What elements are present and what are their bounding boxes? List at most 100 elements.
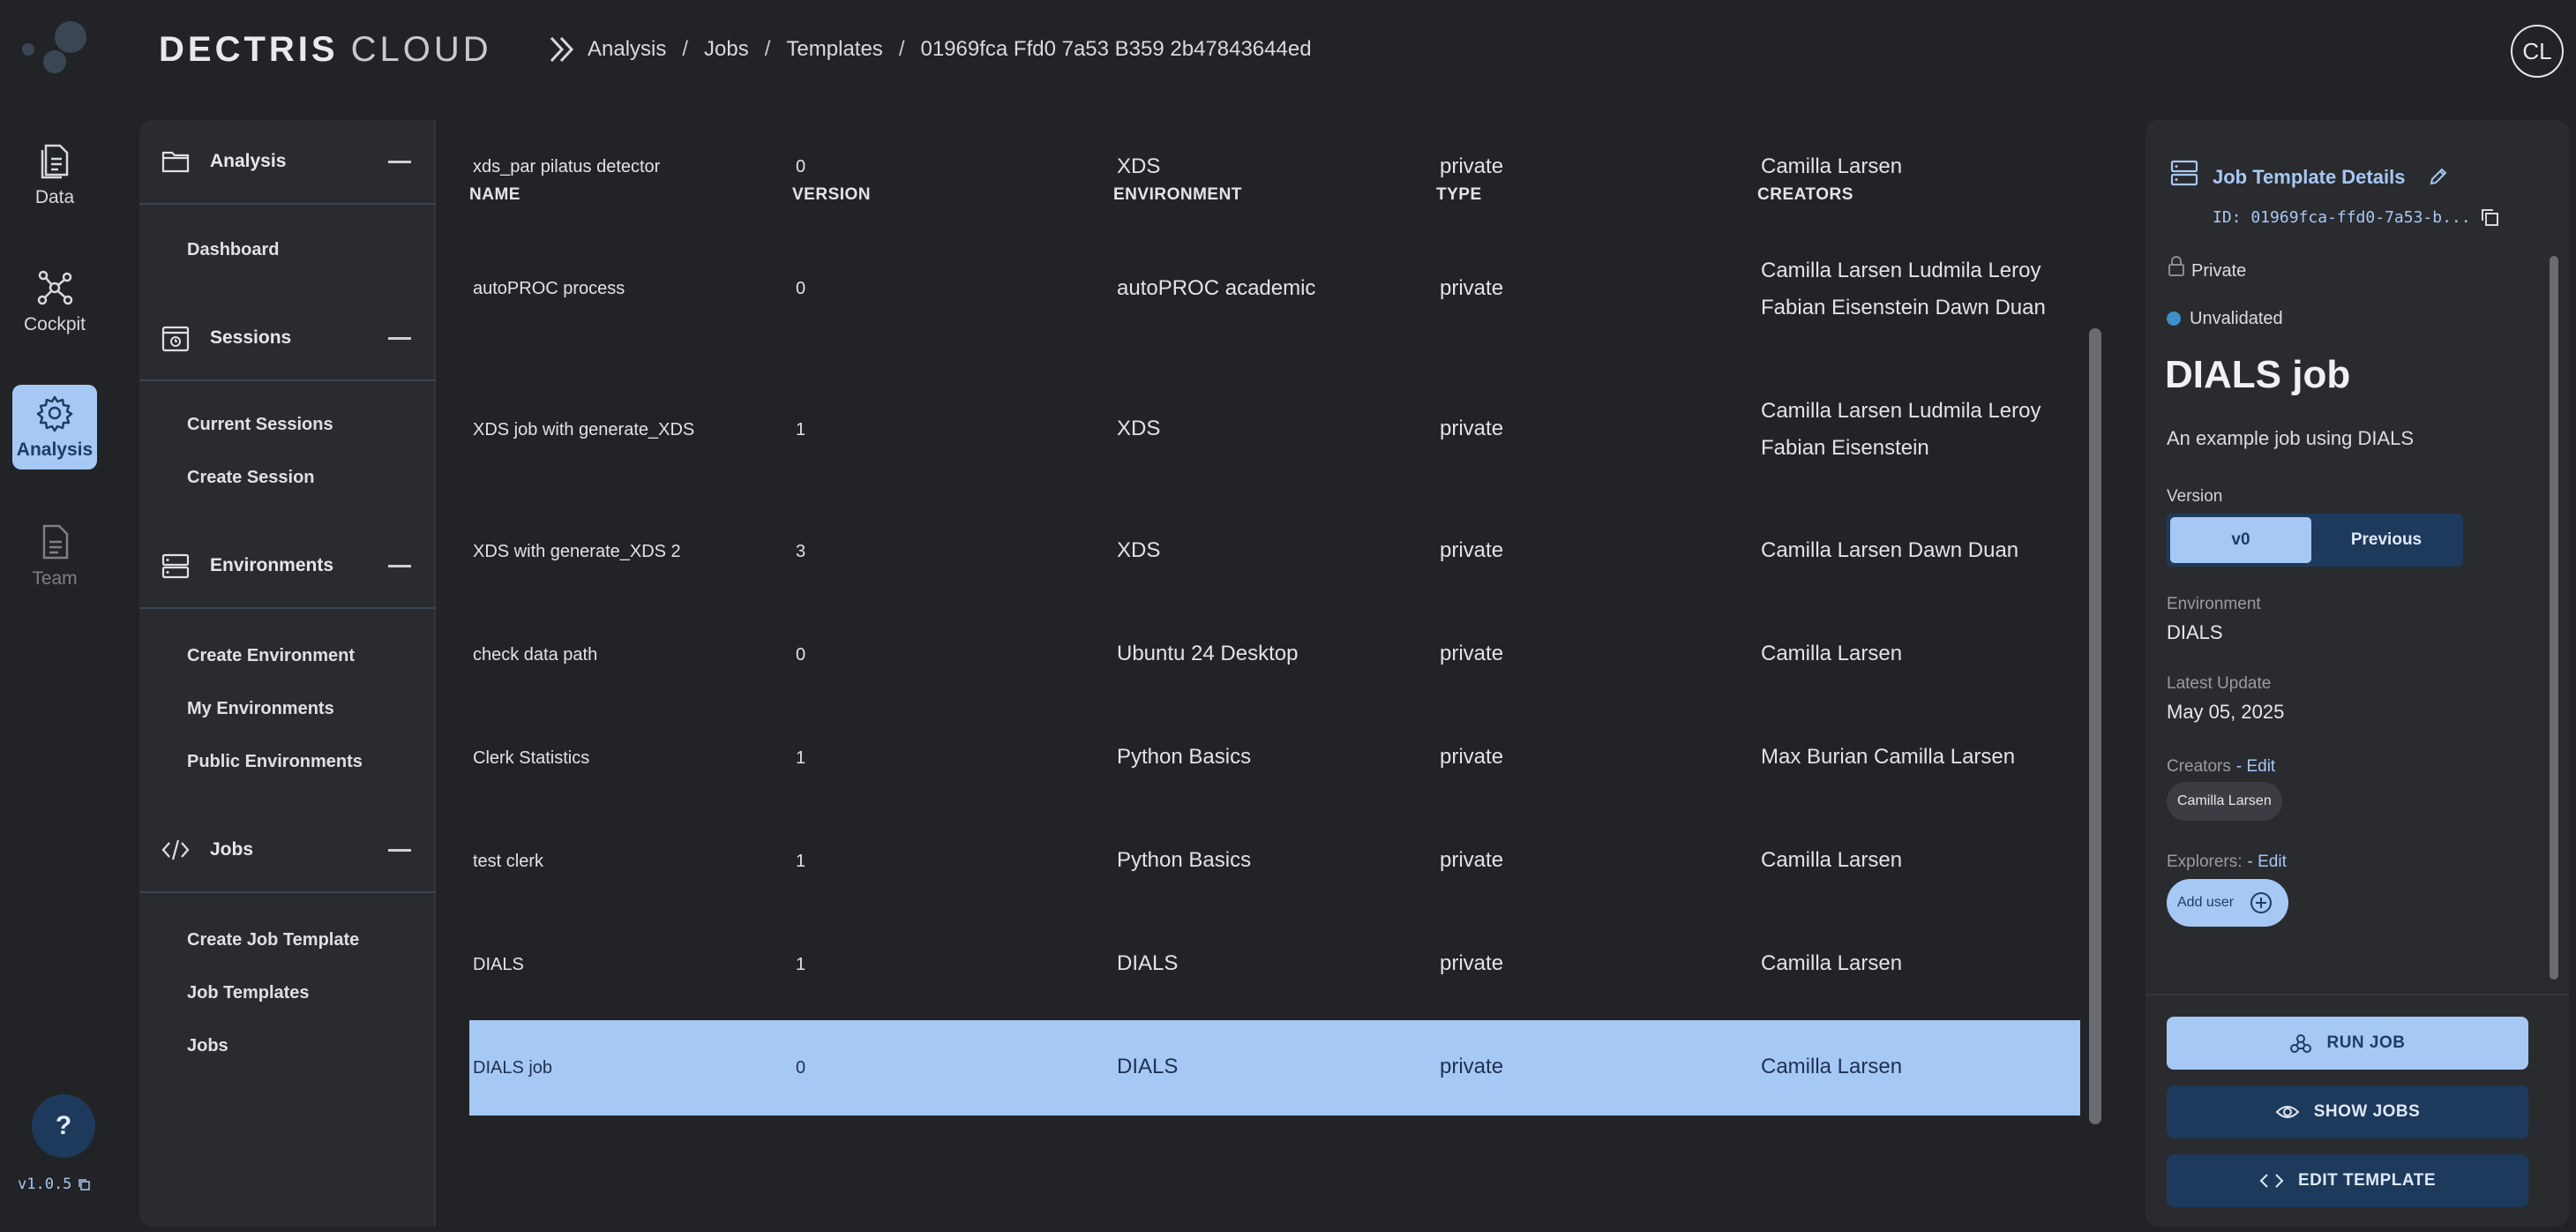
status-dot xyxy=(2167,312,2181,326)
nav-section-sessions[interactable]: Sessions xyxy=(139,297,436,381)
cell-version: 1 xyxy=(796,748,806,768)
rail-item-label: Team xyxy=(32,568,78,589)
code-icon xyxy=(161,839,190,860)
document-icon xyxy=(42,524,69,560)
collapse-icon[interactable] xyxy=(388,848,411,852)
copy-icon[interactable] xyxy=(2479,207,2500,228)
cell-version: 1 xyxy=(796,852,806,871)
nav-section-title: Jobs xyxy=(210,839,254,860)
environment-field-label: Environment xyxy=(2167,595,2261,613)
creators-edit-link[interactable]: - Edit xyxy=(2236,757,2275,777)
rail-item-team[interactable]: Team xyxy=(12,514,97,598)
plus-circle-icon xyxy=(2250,892,2273,913)
cell-name: check data path xyxy=(473,645,598,665)
latest-update-value: May 05, 2025 xyxy=(2167,701,2285,723)
breadcrumb-analysis[interactable]: Analysis xyxy=(588,37,666,62)
column-header-name[interactable]: NAME xyxy=(469,185,520,205)
template-description: An example job using DIALS xyxy=(2167,427,2415,449)
server-icon xyxy=(2170,160,2198,186)
nav-link-my-environments[interactable]: My Environments xyxy=(187,699,334,719)
nav-section-jobs[interactable]: Jobs xyxy=(139,808,436,893)
creators-row: Creators - Edit xyxy=(2167,757,2275,777)
copy-icon[interactable] xyxy=(77,1177,91,1191)
run-job-button[interactable]: RUN JOB xyxy=(2167,1017,2528,1070)
help-button[interactable]: ? xyxy=(32,1094,95,1158)
column-header-environment[interactable]: ENVIRONMENT xyxy=(1113,185,1242,205)
rail-item-label: Cockpit xyxy=(23,314,86,334)
cell-version: 0 xyxy=(796,157,806,177)
column-header-version[interactable]: VERSION xyxy=(792,185,871,205)
calendar-icon xyxy=(161,326,190,352)
version-label: v1.0.5 xyxy=(18,1176,72,1193)
explorers-row: Explorers: - Edit xyxy=(2167,853,2287,872)
creators-label: Creators xyxy=(2167,757,2231,776)
nav-link-jobs[interactable]: Jobs xyxy=(187,1036,228,1056)
cell-creators: Camilla Larsen xyxy=(1761,1055,1903,1078)
cell-creators: Camilla Larsen Ludmila Leroy Fabian Eise… xyxy=(1761,399,2041,460)
eye-icon xyxy=(2275,1106,2300,1118)
brand-logo[interactable]: DECTRIS CLOUD xyxy=(159,30,492,69)
visibility-label: Private xyxy=(2191,261,2247,281)
add-user-button[interactable]: Add user xyxy=(2167,879,2288,927)
nav-section-title: Environments xyxy=(210,555,334,575)
nav-link-public-environments[interactable]: Public Environments xyxy=(187,752,363,772)
template-id: ID: 01969fca-ffd0-7a53-b... xyxy=(2213,208,2471,227)
details-scrollbar[interactable] xyxy=(2550,256,2558,980)
show-jobs-button[interactable]: SHOW JOBS xyxy=(2167,1086,2528,1138)
explorers-edit-link[interactable]: - Edit xyxy=(2248,853,2287,872)
breadcrumb-separator: / xyxy=(682,37,689,61)
rail-item-analysis[interactable]: Analysis xyxy=(12,385,97,470)
version-previous-button[interactable]: Previous xyxy=(2313,517,2460,563)
cell-environment: XDS xyxy=(1117,417,1161,440)
cell-name: test clerk xyxy=(473,852,544,871)
cell-name: DIALS job xyxy=(473,1058,553,1078)
edit-template-label: EDIT TEMPLATE xyxy=(2297,1171,2437,1190)
latest-update-label: Latest Update xyxy=(2167,674,2272,693)
cell-creators: Camilla Larsen xyxy=(1761,951,1903,975)
nav-link-create-job-template[interactable]: Create Job Template xyxy=(187,930,359,950)
nav-section-analysis[interactable]: Analysis xyxy=(139,120,436,205)
details-divider xyxy=(2145,994,2569,995)
creator-chip[interactable]: Camilla Larsen xyxy=(2167,782,2282,821)
nav-section-title: Analysis xyxy=(210,151,287,171)
cell-name: autoPROC process xyxy=(473,279,625,298)
nav-link-job-templates[interactable]: Job Templates xyxy=(187,983,310,1003)
cell-type: private xyxy=(1440,1055,1504,1078)
brand-bold: DECTRIS xyxy=(159,30,339,69)
explorers-label: Explorers: xyxy=(2167,853,2243,871)
template-name: DIALS job xyxy=(2165,353,2351,396)
folder-icon xyxy=(161,151,190,173)
breadcrumb: Analysis / Jobs / Templates / 01969fca F… xyxy=(588,34,1312,65)
collapse-icon[interactable] xyxy=(388,160,411,163)
server-icon xyxy=(161,553,190,579)
nav-link-create-session[interactable]: Create Session xyxy=(187,468,315,488)
logo-icon[interactable] xyxy=(16,18,95,76)
column-header-type[interactable]: TYPE xyxy=(1436,185,1482,205)
status-badge: Unvalidated xyxy=(2190,309,2283,328)
collapse-icon[interactable] xyxy=(388,564,411,567)
cell-type: private xyxy=(1440,642,1504,665)
pencil-icon[interactable] xyxy=(2428,166,2449,187)
breadcrumb-templates[interactable]: Templates xyxy=(786,37,882,62)
network-icon xyxy=(2290,1034,2312,1053)
edit-template-button[interactable]: EDIT TEMPLATE xyxy=(2167,1154,2528,1207)
nav-link-current-sessions[interactable]: Current Sessions xyxy=(187,415,333,435)
nav-link-create-environment[interactable]: Create Environment xyxy=(187,646,355,666)
environment-value: DIALS xyxy=(2167,621,2223,643)
collapse-icon[interactable] xyxy=(388,336,411,340)
avatar[interactable]: CL xyxy=(2511,25,2564,78)
breadcrumb-jobs[interactable]: Jobs xyxy=(704,37,749,62)
cell-type: private xyxy=(1440,745,1504,769)
cell-type: private xyxy=(1440,417,1504,440)
nav-link-dashboard[interactable]: Dashboard xyxy=(187,240,279,260)
cell-creators: Camilla Larsen xyxy=(1761,642,1903,665)
rail-item-data[interactable]: Data xyxy=(12,132,97,217)
column-header-creators[interactable]: CREATORS xyxy=(1757,185,1853,205)
network-icon xyxy=(37,270,73,305)
rail-item-cockpit[interactable]: Cockpit xyxy=(12,259,97,344)
cell-environment: XDS xyxy=(1117,154,1161,178)
app-version: v1.0.5 xyxy=(18,1176,91,1193)
table-scrollbar-thumb[interactable] xyxy=(2089,328,2101,1124)
version-current-button[interactable]: v0 xyxy=(2170,517,2311,563)
nav-section-environments[interactable]: Environments xyxy=(139,524,436,609)
